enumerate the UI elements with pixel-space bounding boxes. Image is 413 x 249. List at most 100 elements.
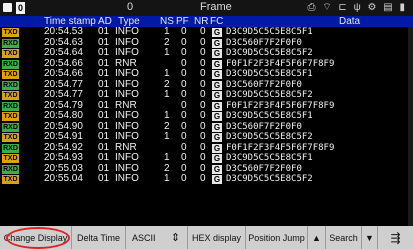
type-cell: INFO (115, 131, 139, 142)
fc-badge: G (212, 28, 222, 37)
updown-icon[interactable]: ⇕ (164, 226, 188, 249)
data-cell: D3C560F7F2F0F0 (226, 121, 302, 132)
table-row[interactable]: TXD 20:55.04 01 INFO 1 0 0 G D3C9D5C5C5E8C5F2 (0, 173, 413, 185)
direction-badge: TXD (2, 175, 19, 184)
fc-badge: G (212, 154, 222, 163)
ns-cell: 1 (164, 68, 170, 79)
pf-cell: 0 (181, 110, 187, 121)
timestamp-cell: 20:54.66 (44, 68, 83, 79)
ns-cell: 1 (164, 173, 170, 184)
usb-icon: ψ (353, 2, 363, 13)
frame-counter: 0 (127, 1, 134, 13)
table-row[interactable]: TXD 20:54.91 01 INFO 1 0 0 G D3C9D5C5C5E8C5F2 (0, 131, 413, 143)
fc-badge: G (212, 164, 222, 174)
direction-badge: TXD (2, 28, 19, 37)
timestamp-cell: 20:54.53 (44, 26, 83, 37)
down-arrow-icon[interactable]: ▼ (362, 226, 378, 249)
timestamp-cell: 20:54.80 (44, 110, 83, 121)
address-cell: 01 (98, 89, 110, 100)
data-cell: D3C9D5C5C5E8C5F1 (226, 111, 313, 121)
data-cell: D3C9D5C5C5E8C5F1 (226, 153, 313, 163)
file-icon[interactable]: ▤ (383, 2, 394, 13)
table-row[interactable]: TXD 20:54.77 01 INFO 1 0 0 G D3C9D5C5C5E8C5F2 (0, 89, 413, 101)
address-cell: 01 (98, 110, 110, 121)
data-cell: D3C9D5C5C5E8C5F1 (226, 27, 313, 37)
table-row[interactable]: TXD 20:54.66 01 INFO 1 0 0 G D3C9D5C5C5E8C5F1 (0, 68, 413, 80)
direction-badge: RXD (2, 80, 19, 90)
fc-badge: G (212, 70, 222, 79)
timestamp-cell: 20:54.64 (44, 47, 83, 58)
data-cell: D3C560F7F2F0F0 (226, 79, 302, 90)
table-row[interactable]: TXD 20:54.64 01 INFO 1 0 0 G D3C9D5C5C5E8C5F2 (0, 47, 413, 59)
fc-badge: G (212, 122, 222, 132)
fc-badge: G (212, 101, 222, 111)
data-cell: F0F1F2F3F4F5F6F7F8F9 (226, 58, 335, 69)
ascii-button[interactable]: ASCII (126, 226, 164, 249)
ns-cell: 1 (164, 89, 170, 100)
nr-cell: 0 (200, 68, 206, 79)
data-cell: F0F1F2F3F4F5F6F7F8F9 (226, 100, 335, 111)
frame-list[interactable]: TXD 20:54.53 01 INFO 1 0 0 G D3C9D5C5C5E8C5F1 RXD… (0, 26, 413, 185)
settings-icon[interactable]: ⚙ (368, 2, 379, 13)
pf-cell: 0 (181, 68, 187, 79)
fc-badge: G (212, 143, 222, 153)
lan-icon: ⊏ (338, 2, 349, 13)
direction-badge: TXD (2, 70, 19, 79)
frame-analyzer-screen: 0 0 Frame ⎙ ⌔ ⊏ ψ ⚙ ▤ ▮ Time stamp AD Ty… (0, 0, 413, 249)
data-cell: D3C9D5C5C5E8C5F2 (226, 48, 313, 58)
data-cell: D3C560F7F2F0F0 (226, 37, 302, 48)
ns-cell: 1 (164, 47, 170, 58)
direction-badge: RXD (2, 38, 19, 48)
pf-cell: 0 (181, 173, 187, 184)
address-cell: 01 (98, 131, 110, 142)
address-cell: 01 (98, 26, 110, 37)
fc-badge: G (212, 80, 222, 90)
pf-cell: 0 (181, 152, 187, 163)
wifi-icon: ⌔ (322, 2, 334, 13)
data-cell: D3C560F7F2F0F0 (226, 163, 302, 174)
direction-badge: TXD (2, 49, 19, 58)
nr-cell: 0 (200, 89, 206, 100)
search-button[interactable]: Search (326, 226, 362, 249)
battery-icon: ▮ (399, 2, 407, 13)
header-data: Data (339, 16, 361, 27)
data-cell: F0F1F2F3F4F5F6F7F8F9 (226, 142, 335, 153)
data-cell: D3C9D5C5C5E8C5F1 (226, 69, 313, 79)
table-row[interactable]: TXD 20:54.53 01 INFO 1 0 0 G D3C9D5C5C5E8C5F1 (0, 26, 413, 38)
position-jump-button[interactable]: Position Jump (246, 226, 308, 249)
hex-display-button[interactable]: HEX display (188, 226, 246, 249)
stop-indicator[interactable] (3, 3, 12, 12)
data-cell: D3C9D5C5C5E8C5F2 (226, 174, 313, 184)
up-arrow-icon[interactable]: ▲ (308, 226, 326, 249)
timestamp-cell: 20:54.91 (44, 131, 83, 142)
nr-cell: 0 (200, 26, 206, 37)
data-cell: D3C9D5C5C5E8C5F2 (226, 132, 313, 142)
address-cell: 01 (98, 173, 110, 184)
status-bar: 0 0 Frame ⎙ ⌔ ⊏ ψ ⚙ ▤ ▮ (0, 0, 413, 16)
address-cell: 01 (98, 68, 110, 79)
delta-time-button[interactable]: Delta Time (72, 226, 126, 249)
ns-cell: 1 (164, 110, 170, 121)
scrollbar[interactable] (408, 27, 413, 226)
pf-cell: 0 (181, 131, 187, 142)
table-row[interactable]: TXD 20:54.93 01 INFO 1 0 0 G D3C9D5C5C5E8C5F1 (0, 152, 413, 164)
direction-badge: RXD (2, 143, 19, 153)
fc-badge: G (212, 49, 222, 58)
direction-badge: RXD (2, 164, 19, 174)
menu-icon[interactable]: ⇶ (378, 226, 413, 249)
nr-cell: 0 (200, 152, 206, 163)
status-icons: ⎙ ⌔ ⊏ ψ ⚙ ▤ ▮ (307, 1, 407, 14)
table-row[interactable]: TXD 20:54.80 01 INFO 1 0 0 G D3C9D5C5C5E8C5F1 (0, 110, 413, 122)
type-cell: INFO (115, 89, 139, 100)
nr-cell: 0 (200, 47, 206, 58)
ns-cell: 1 (164, 26, 170, 37)
type-cell: INFO (115, 110, 139, 121)
header-fc: FC (210, 16, 224, 27)
fc-badge: G (212, 38, 222, 48)
type-cell: INFO (115, 26, 139, 37)
printer-icon: ⎙ (307, 2, 318, 13)
ns-cell: 1 (164, 152, 170, 163)
pf-cell: 0 (181, 89, 187, 100)
direction-badge: RXD (2, 101, 19, 111)
ns-cell: 1 (164, 131, 170, 142)
